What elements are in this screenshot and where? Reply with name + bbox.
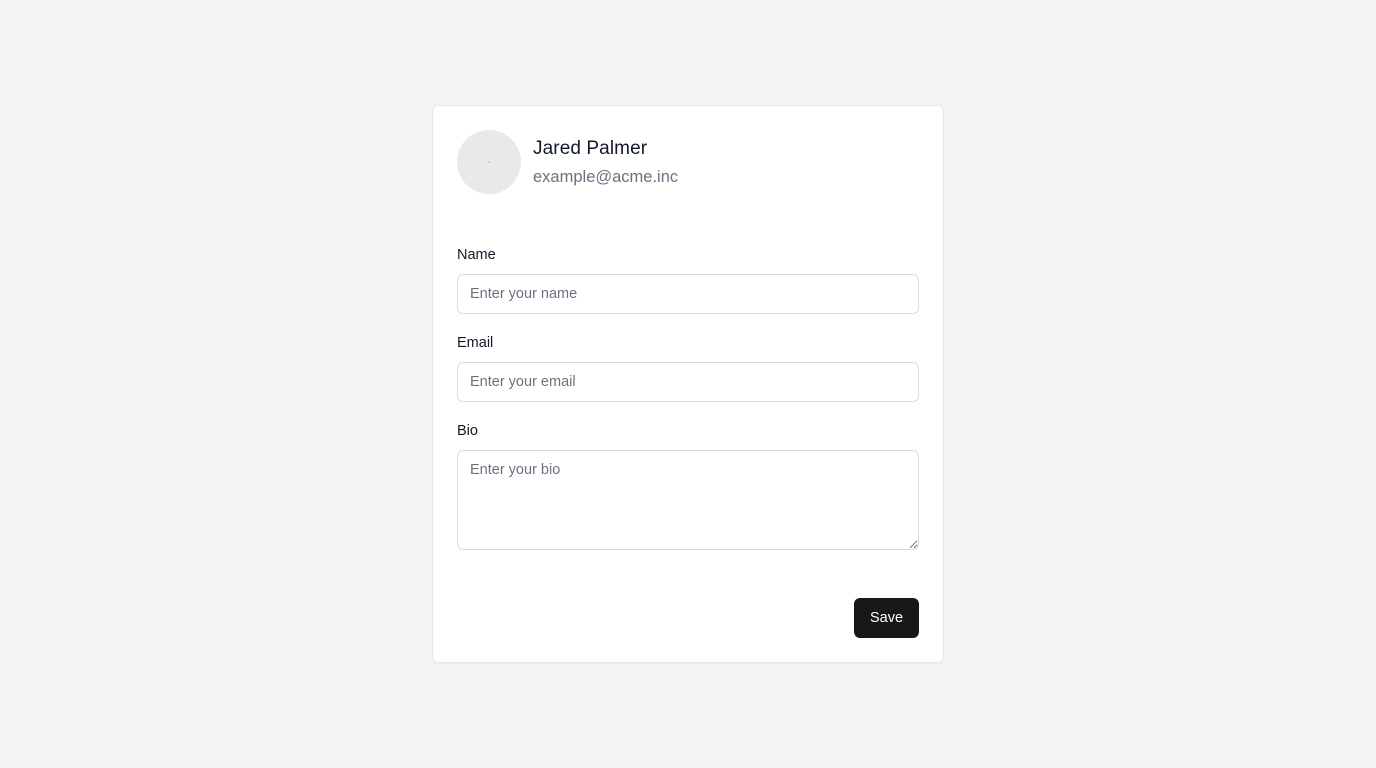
email-input[interactable]: [457, 362, 919, 402]
save-button[interactable]: Save: [854, 598, 919, 638]
name-label: Name: [457, 247, 496, 263]
profile-info: Jared Palmer example@acme.inc: [533, 136, 678, 189]
avatar-placeholder-icon: [488, 161, 490, 163]
bio-label: Bio: [457, 423, 478, 439]
profile-email: example@acme.inc: [533, 167, 679, 186]
name-input[interactable]: [457, 274, 919, 314]
avatar: [457, 130, 521, 194]
profile-card: Jared Palmer example@acme.inc Name Email…: [432, 105, 944, 663]
profile-name: Jared Palmer: [533, 137, 648, 159]
email-label: Email: [457, 335, 494, 351]
bio-textarea[interactable]: [457, 450, 919, 550]
profile-header: Jared Palmer example@acme.inc: [457, 130, 678, 194]
